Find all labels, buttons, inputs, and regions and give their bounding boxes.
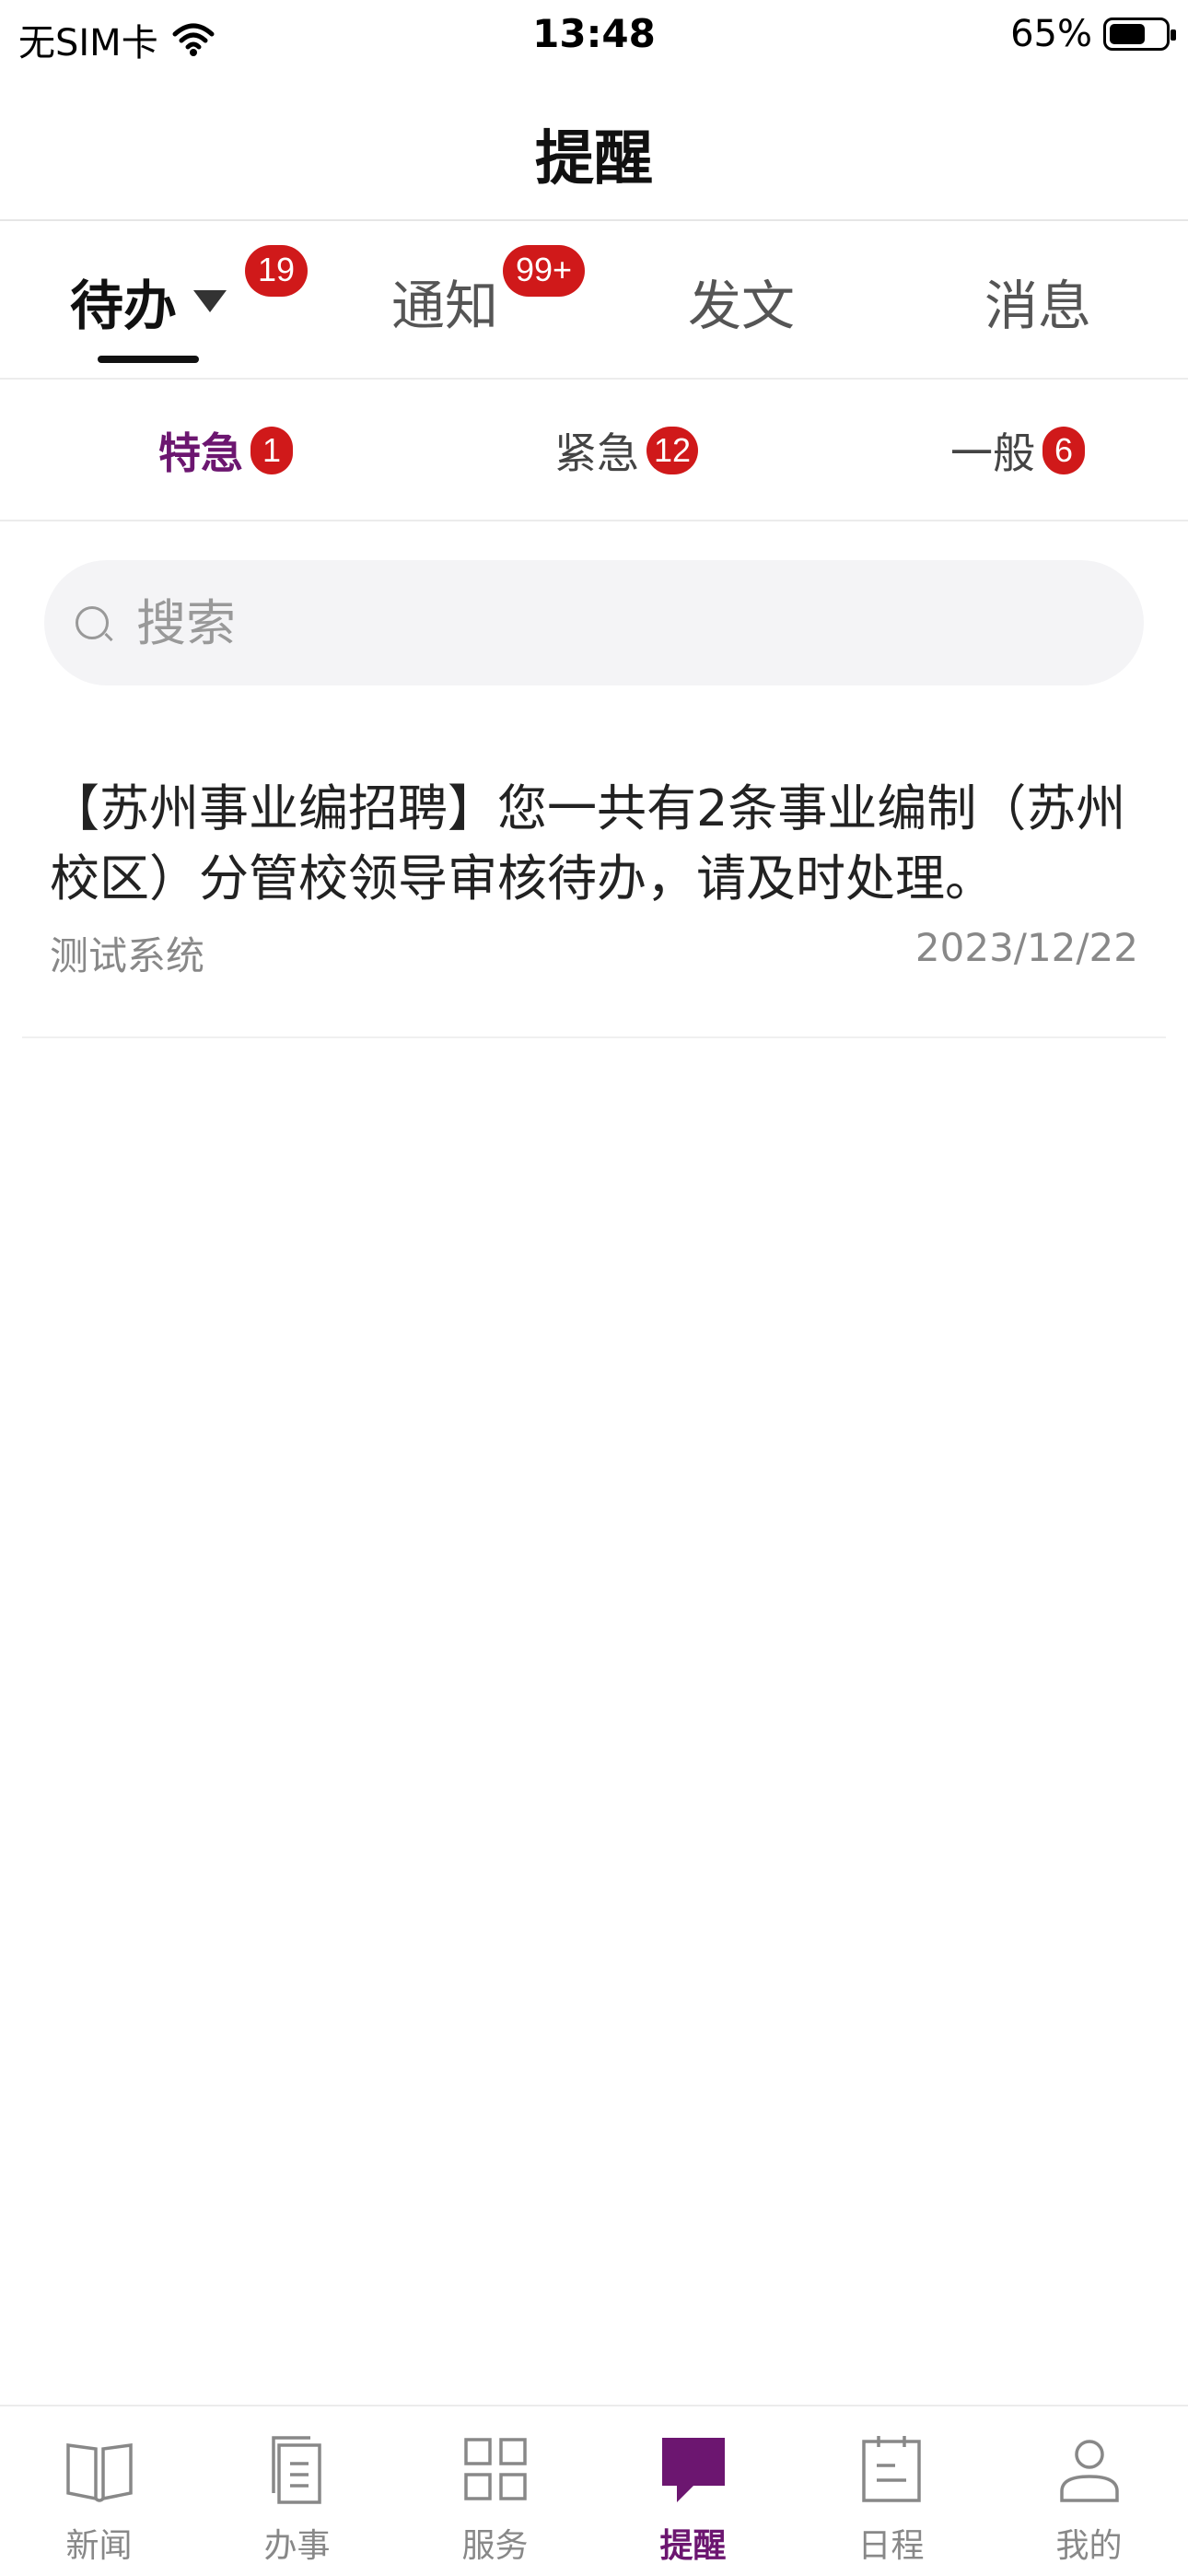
book-icon — [65, 2443, 133, 2502]
nav-services[interactable]: 服务 — [396, 2406, 594, 2576]
nav-services-label: 服务 — [461, 2527, 529, 2565]
calendar-icon — [861, 2436, 921, 2502]
tab-message-label: 消息 — [984, 275, 1091, 337]
bottom-nav: 新闻 办事 服务 提醒 日程 我的 — [0, 2405, 1188, 2576]
nav-news[interactable]: 新闻 — [0, 2406, 198, 2576]
tab-active-indicator — [98, 356, 199, 363]
tab-document[interactable]: 发文 — [593, 223, 890, 380]
battery-percent: 65% — [1010, 13, 1092, 55]
nav-schedule[interactable]: 日程 — [792, 2406, 990, 2576]
subtab-normal-label: 一般 — [950, 428, 1035, 478]
subtab-extra-urgent-label: 特急 — [158, 428, 243, 478]
list-item[interactable]: 【苏州事业编招聘】您一共有2条事业编制（苏州校区）分管校领导审核待办，请及时处理… — [22, 755, 1166, 1038]
subtab-urgent-label: 紧急 — [554, 428, 639, 478]
tab-notice-label: 通知 — [390, 275, 498, 337]
tab-bar: 待办 19 通知 99+ 发文 消息 — [0, 223, 1188, 380]
user-icon — [1059, 2440, 1119, 2502]
search-bar[interactable] — [44, 560, 1144, 685]
status-bar: 无SIM卡 13:48 65% — [0, 0, 1188, 74]
header: 提醒 — [0, 88, 1188, 221]
subtab-normal[interactable]: 一般 6 — [950, 380, 1085, 521]
battery-icon — [1103, 18, 1176, 51]
nav-affairs-label: 办事 — [263, 2527, 331, 2565]
chat-bubble-icon — [661, 2438, 725, 2502]
page-title: 提醒 — [535, 125, 653, 193]
item-meta: 测试系统 2023/12/22 — [50, 925, 1138, 981]
tab-document-label: 发文 — [687, 275, 795, 337]
nav-schedule-label: 日程 — [857, 2527, 925, 2565]
nav-reminders-label: 提醒 — [659, 2527, 727, 2565]
nav-affairs[interactable]: 办事 — [198, 2406, 396, 2576]
tab-todo[interactable]: 待办 19 — [0, 223, 309, 380]
nav-mine-label: 我的 — [1055, 2527, 1123, 2565]
item-date: 2023/12/22 — [914, 925, 1138, 970]
item-title: 【苏州事业编招聘】您一共有2条事业编制（苏州校区）分管校领导审核待办，请及时处理… — [50, 779, 1126, 907]
priority-filter: 特急 1 紧急 12 一般 6 — [0, 380, 1188, 521]
search-input[interactable] — [136, 593, 1057, 652]
todo-list: 【苏州事业编招聘】您一共有2条事业编制（苏州校区）分管校领导审核待办，请及时处理… — [0, 755, 1188, 1038]
subtab-extra-urgent-badge: 1 — [250, 427, 293, 474]
document-icon — [271, 2436, 321, 2504]
subtab-normal-badge: 6 — [1042, 427, 1085, 474]
battery-fill — [1110, 24, 1145, 44]
tab-notice-badge: 99+ — [503, 245, 586, 297]
status-right: 65% — [1010, 13, 1176, 55]
tab-message[interactable]: 消息 — [890, 223, 1186, 380]
subtab-urgent-badge: 12 — [646, 427, 699, 474]
tab-todo-label: 待办 — [69, 275, 177, 337]
subtab-urgent[interactable]: 紧急 12 — [554, 380, 699, 521]
tab-notice[interactable]: 通知 99+ — [297, 223, 593, 380]
nav-mine[interactable]: 我的 — [990, 2406, 1188, 2576]
nav-news-label: 新闻 — [65, 2527, 133, 2565]
item-source: 测试系统 — [50, 933, 205, 978]
grid-icon — [463, 2438, 527, 2500]
nav-reminders[interactable]: 提醒 — [594, 2406, 792, 2576]
caret-down-icon[interactable] — [193, 290, 227, 312]
search-icon — [76, 606, 109, 639]
subtab-extra-urgent[interactable]: 特急 1 — [158, 380, 293, 521]
